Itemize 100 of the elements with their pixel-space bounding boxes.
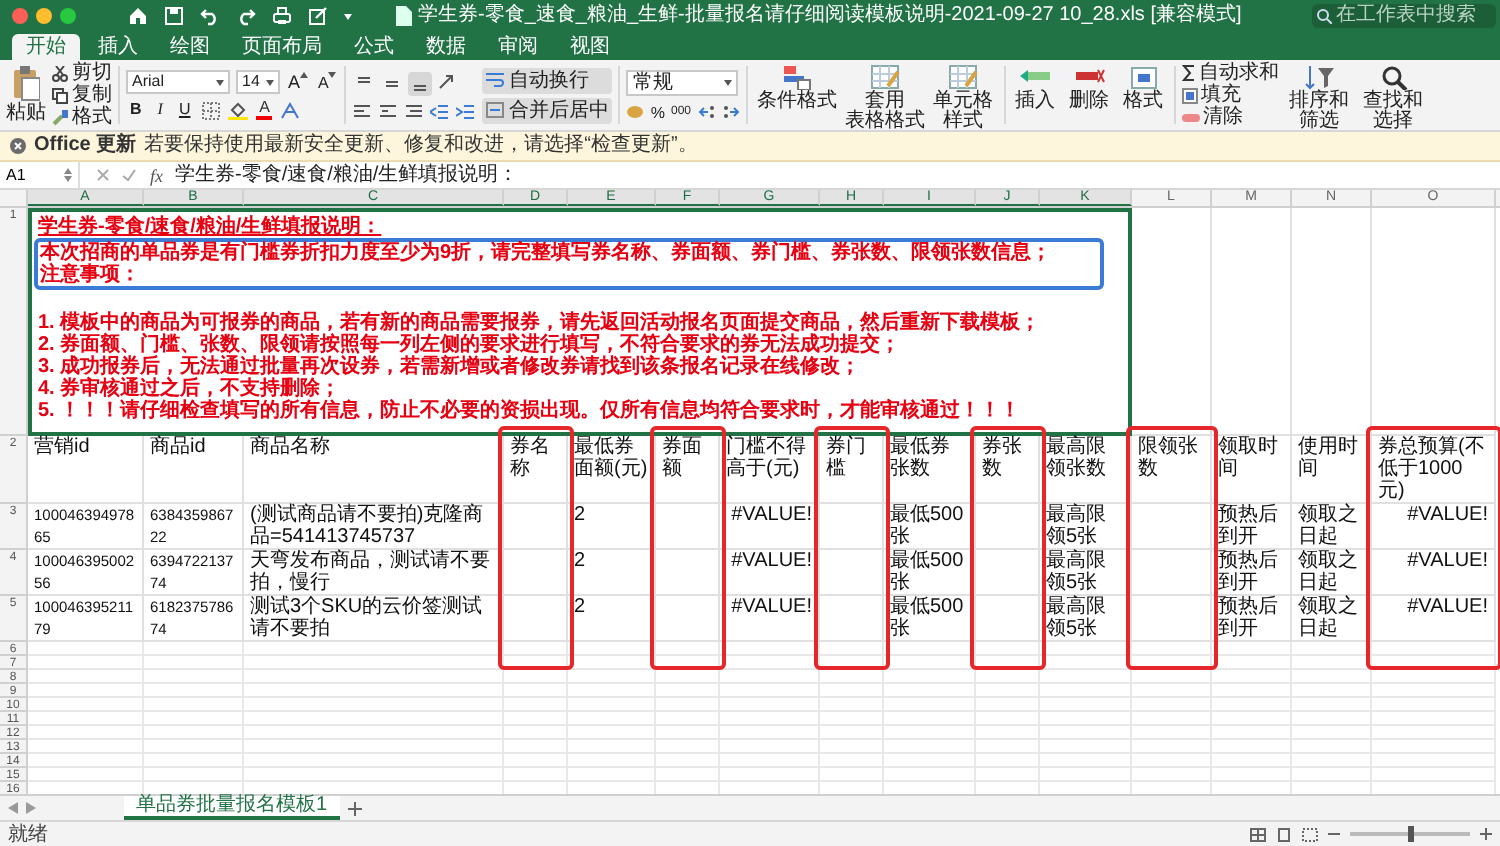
previous-sheet-icon[interactable] xyxy=(8,802,18,814)
align-center-icon[interactable] xyxy=(378,103,397,119)
insert-cells-button[interactable]: 插入 xyxy=(1011,60,1059,130)
notes-rule: 5. ！！！请仔细检查填写的所有信息，防止不必要的资损出现。仅所有信息均符合要求时，才能审核通过！！！ xyxy=(38,400,1021,422)
borders-icon[interactable] xyxy=(202,101,221,119)
caret-icon xyxy=(216,79,224,85)
save-icon[interactable] xyxy=(164,6,184,26)
undo-icon[interactable] xyxy=(200,6,220,26)
home-icon[interactable] xyxy=(128,6,148,26)
clear-button[interactable]: 清除 xyxy=(1181,106,1279,128)
copy-button[interactable]: 复制 xyxy=(52,84,112,106)
increase-indent-icon[interactable] xyxy=(456,103,475,119)
paste-button[interactable]: 粘贴 xyxy=(6,66,46,124)
eraser-icon xyxy=(1181,111,1199,123)
ribbon-tab[interactable]: 审阅 xyxy=(484,34,552,60)
wrap-text-button[interactable]: 自动换行 xyxy=(482,67,613,93)
font-size-field[interactable]: 14 xyxy=(236,70,280,94)
name-box[interactable]: A1 xyxy=(0,162,80,188)
fill-down-icon xyxy=(1181,87,1197,103)
ribbon-tab[interactable]: 绘图 xyxy=(156,34,224,60)
increase-decimal-icon[interactable] xyxy=(697,104,715,120)
table-header-cell: 商品id xyxy=(144,436,244,504)
table-cell: 最低500张 xyxy=(884,504,976,550)
decrease-indent-icon[interactable] xyxy=(430,103,449,119)
merge-center-button[interactable]: 合并后居中 xyxy=(482,97,613,123)
normal-view-icon[interactable] xyxy=(1250,827,1266,841)
clear-format-icon[interactable] xyxy=(280,101,301,119)
notes-rule: 4. 券审核通过之后，不支持删除； xyxy=(38,378,341,400)
table-cell xyxy=(656,596,720,642)
table-cell: 最高限领5张 xyxy=(1040,596,1132,642)
ribbon-tab[interactable]: 公式 xyxy=(340,34,408,60)
clipboard-icon xyxy=(12,66,40,102)
table-header-cell: 券总预算(不低于1000元) xyxy=(1372,436,1496,504)
table-cell: 2 xyxy=(568,596,656,642)
grow-font-button[interactable]: A xyxy=(286,71,311,93)
table-cell: 预热后到开 xyxy=(1212,596,1292,642)
edit-icon[interactable] xyxy=(308,6,328,26)
ribbon-tab[interactable]: 开始 xyxy=(12,34,80,60)
minimize-button[interactable] xyxy=(36,8,52,24)
page-break-icon[interactable] xyxy=(1302,827,1318,841)
sheet-tab[interactable]: 单品券批量报名模板1 xyxy=(124,796,340,820)
table-header-cell: 限领张数 xyxy=(1132,436,1212,504)
slider-thumb[interactable] xyxy=(1407,826,1413,842)
format-cells-button[interactable]: 格式 xyxy=(1119,60,1167,130)
sigma-icon xyxy=(1181,64,1195,82)
text-angle-icon[interactable] xyxy=(436,71,457,91)
font-name-field[interactable]: Arial xyxy=(126,70,230,94)
table-format-button[interactable]: 套用 表格格式 xyxy=(841,60,929,130)
page-layout-icon[interactable] xyxy=(1276,827,1292,841)
align-right-icon[interactable] xyxy=(404,103,423,119)
autosum-button[interactable]: 自动求和 xyxy=(1181,62,1279,84)
font-color-button[interactable]: A xyxy=(256,100,273,120)
print-icon[interactable] xyxy=(272,6,292,26)
table-cell xyxy=(1132,596,1212,642)
copy-icon xyxy=(52,87,68,103)
conditional-format-button[interactable]: 条件格式 xyxy=(753,60,841,130)
table-cell: #VALUE! xyxy=(720,550,820,596)
underline-button[interactable]: U xyxy=(174,100,195,120)
ribbon-tab[interactable]: 页面布局 xyxy=(228,34,336,60)
maximize-button[interactable] xyxy=(60,8,76,24)
table-header-cell: 最高限领张数 xyxy=(1040,436,1132,504)
shrink-font-button[interactable]: A xyxy=(316,71,339,93)
search-icon xyxy=(1377,64,1409,90)
find-select-button[interactable]: 查找和 选择 xyxy=(1359,60,1427,130)
cell-styles-button[interactable]: 单元格 样式 xyxy=(929,60,997,130)
align-bottom-button[interactable] xyxy=(408,71,433,95)
ribbon-tab[interactable]: 视图 xyxy=(556,34,624,60)
bold-button[interactable]: B xyxy=(126,100,146,120)
number-format-field[interactable]: 常规 xyxy=(626,69,739,95)
wrap-icon xyxy=(486,72,505,88)
decrease-decimal-icon[interactable] xyxy=(721,104,739,120)
next-sheet-icon[interactable] xyxy=(26,802,36,814)
fill-color-icon[interactable] xyxy=(228,100,249,120)
redo-icon[interactable] xyxy=(236,6,256,26)
table-header-cell: 券名称 xyxy=(504,436,568,504)
zoom-in-icon[interactable] xyxy=(1480,828,1492,840)
insert-function-button[interactable]: fx xyxy=(150,165,163,185)
table-cell: #VALUE! xyxy=(720,504,820,550)
percent-button[interactable]: % xyxy=(650,103,665,121)
table-header-cell: 券张数 xyxy=(976,436,1040,504)
format-painter-button[interactable]: 格式 xyxy=(52,106,112,128)
table-cell: #VALUE! xyxy=(1372,504,1496,550)
brush-icon xyxy=(52,109,68,125)
delete-cells-button[interactable]: 删除 xyxy=(1065,60,1113,130)
zoom-out-icon[interactable] xyxy=(1328,828,1340,840)
caret-icon xyxy=(328,71,337,77)
cut-button[interactable]: 剪切 xyxy=(52,62,112,84)
align-left-icon[interactable] xyxy=(352,103,371,119)
italic-button[interactable]: I xyxy=(153,100,167,120)
caret-icon[interactable] xyxy=(344,13,352,19)
add-sheet-icon[interactable] xyxy=(347,801,362,815)
sort-filter-button[interactable]: 排序和 筛选 xyxy=(1285,60,1353,130)
table-header-cell: 券面额 xyxy=(656,436,720,504)
table-cell xyxy=(1132,504,1212,550)
ribbon-tab[interactable]: 插入 xyxy=(84,34,152,60)
fill-button[interactable]: 填充 xyxy=(1181,84,1279,106)
table-cell xyxy=(656,504,720,550)
ribbon-tab[interactable]: 数据 xyxy=(412,34,480,60)
search-field[interactable]: 在工作表中搜索 xyxy=(1312,4,1496,28)
table-cell: 天弯发布商品，测试请不要拍，慢行 xyxy=(244,550,504,596)
